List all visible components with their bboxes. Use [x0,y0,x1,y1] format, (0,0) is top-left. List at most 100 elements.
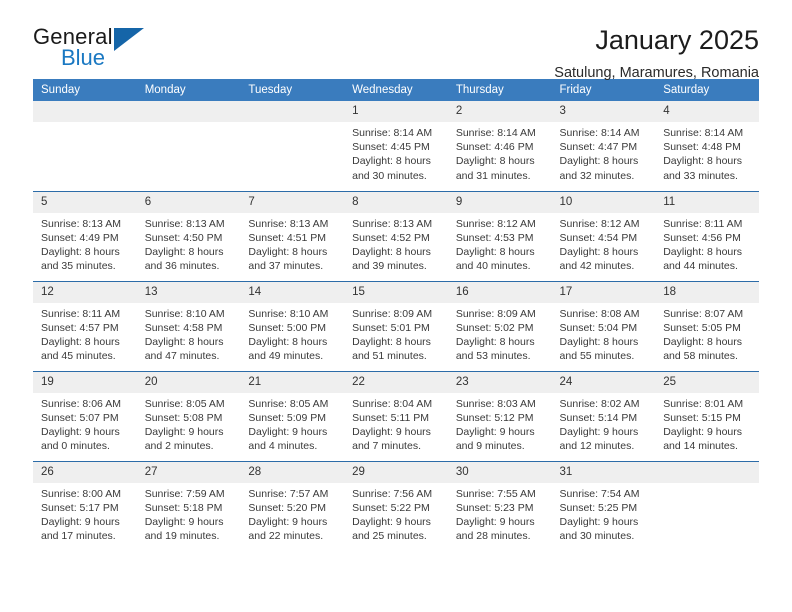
sunrise-text: Sunrise: 7:55 AM [455,487,536,500]
calendar-day-cell[interactable]: 24 Sunrise: 8:02 AM Sunset: 5:14 PM Dayligh… [551,370,656,461]
sunrise-text: Sunrise: 7:54 AM [559,487,640,500]
sunset-text: Sunset: 4:51 PM [248,231,327,244]
sunset-text: Sunset: 4:47 PM [559,141,638,154]
calendar-day-cell[interactable]: 9 Sunrise: 8:12 AM Sunset: 4:53 PM Daylight… [447,190,552,281]
daylight-text-line1: Daylight: 8 hours [559,335,639,348]
calendar-day-cell[interactable]: 21 Sunrise: 8:05 AM Sunset: 5:09 PM Dayligh… [240,370,345,461]
calendar-day-cell[interactable]: 31 Sunrise: 7:54 AM Sunset: 5:25 PM Dayligh… [551,460,656,551]
daylight-text-line2: and 7 minutes. [352,440,421,453]
daylight-text-line1: Daylight: 8 hours [248,245,328,258]
calendar-day-cell[interactable]: 13 Sunrise: 8:10 AM Sunset: 4:58 PM Dayligh… [136,280,241,371]
day-number: 19 [33,371,137,393]
daylight-text-line1: Daylight: 9 hours [559,425,639,438]
daylight-text-line1: Daylight: 8 hours [455,155,535,168]
location-subtitle: Satulung, Maramures, Romania [554,64,759,81]
calendar-day-cell[interactable]: 22 Sunrise: 8:04 AM Sunset: 5:11 PM Dayligh… [344,370,448,461]
sunset-text: Sunset: 4:56 PM [663,231,741,244]
calendar-day-cell[interactable]: 8 Sunrise: 8:13 AM Sunset: 4:52 PM Daylight… [344,190,448,281]
calendar-day-cell[interactable]: 3 Sunrise: 8:14 AM Sunset: 4:47 PM Daylight… [551,101,656,191]
day-sun-info: Sunrise: 8:14 AM Sunset: 4:48 PM Daylight:… [655,122,759,183]
daylight-text-line2: and 9 minutes. [455,440,525,453]
sunrise-text: Sunrise: 8:14 AM [352,127,433,139]
day-sun-info: Sunrise: 8:05 AM Sunset: 5:08 PM Daylight:… [137,393,241,454]
day-sun-info: Sunrise: 8:14 AM Sunset: 4:45 PM Daylight:… [344,122,448,183]
sunset-text: Sunset: 5:15 PM [663,411,741,424]
calendar-day-cell[interactable]: 11 Sunrise: 8:11 AM Sunset: 4:56 PM Dayligh… [655,190,759,281]
sunrise-text: Sunrise: 8:06 AM [41,397,121,410]
general-blue-logo[interactable]: General Blue [33,26,144,69]
calendar-day-cell[interactable]: 14 Sunrise: 8:10 AM Sunset: 5:00 PM Dayligh… [240,280,345,371]
calendar-day-cell[interactable]: 19 Sunrise: 8:06 AM Sunset: 5:07 PM Dayligh… [33,370,137,461]
calendar-day-cell[interactable]: 26 Sunrise: 8:00 AM Sunset: 5:17 PM Dayligh… [33,460,137,551]
sunrise-text: Sunrise: 7:57 AM [248,487,329,500]
calendar-day-cell[interactable]: 10 Sunrise: 8:12 AM Sunset: 4:54 PM Dayligh… [551,190,656,281]
calendar-day-cell[interactable]: 18 Sunrise: 8:07 AM Sunset: 5:05 PM Dayligh… [655,280,759,371]
daylight-text-line1: Daylight: 9 hours [144,425,224,438]
calendar-day-cell[interactable]: 15 Sunrise: 8:09 AM Sunset: 5:01 PM Dayligh… [344,280,448,371]
sunrise-text: Sunrise: 8:12 AM [455,217,536,230]
calendar-day-cell[interactable]: 6 Sunrise: 8:13 AM Sunset: 4:50 PM Daylight… [136,190,241,281]
day-sun-info: Sunrise: 8:12 AM Sunset: 4:54 PM Daylight:… [552,213,656,274]
sunrise-text: Sunrise: 8:13 AM [248,217,329,230]
daylight-text-line1: Daylight: 9 hours [248,425,328,438]
calendar-day-cell[interactable]: 27 Sunrise: 7:59 AM Sunset: 5:18 PM Dayligh… [136,460,241,551]
calendar-day-cell[interactable]: 4 Sunrise: 8:14 AM Sunset: 4:48 PM Daylight… [655,101,759,191]
daylight-text-line2: and 4 minutes. [248,440,318,453]
calendar-table: Sunday Monday Tuesday Wednesday Thursday… [33,79,759,551]
sunset-text: Sunset: 5:25 PM [559,501,638,514]
calendar-day-cell[interactable]: 1 Sunrise: 8:14 AM Sunset: 4:45 PM Daylight… [344,101,448,191]
sunrise-text: Sunrise: 8:11 AM [41,307,121,320]
calendar-day-cell[interactable]: 12 Sunrise: 8:11 AM Sunset: 4:57 PM Dayligh… [33,280,137,371]
sunrise-text: Sunrise: 8:10 AM [248,307,329,320]
day-sun-info: Sunrise: 8:13 AM Sunset: 4:52 PM Daylight:… [344,213,448,274]
calendar-day-cell[interactable]: 5 Sunrise: 8:13 AM Sunset: 4:49 PM Daylight… [33,190,137,281]
sunset-text: Sunset: 5:20 PM [248,501,327,514]
daylight-text-line2: and 14 minutes. [663,440,738,453]
daylight-text-line2: and 42 minutes. [559,260,635,273]
sunrise-text: Sunrise: 8:12 AM [559,217,640,230]
daylight-text-line2: and 45 minutes. [41,350,116,363]
day-sun-info: Sunrise: 8:09 AM Sunset: 5:01 PM Daylight:… [344,303,448,364]
sunset-text: Sunset: 5:05 PM [663,321,741,334]
sunrise-text: Sunrise: 8:11 AM [663,217,743,230]
sunset-text: Sunset: 4:57 PM [41,321,119,334]
day-number: 4 [655,101,759,122]
day-sun-info: Sunrise: 8:05 AM Sunset: 5:09 PM Daylight:… [240,393,344,454]
daylight-text-line2: and 25 minutes. [352,530,427,543]
daylight-text-line2: and 51 minutes. [352,350,427,363]
sunset-text: Sunset: 5:00 PM [248,321,327,334]
daylight-text-line2: and 44 minutes. [663,260,738,273]
sunrise-text: Sunrise: 8:13 AM [352,217,433,230]
sunrise-text: Sunrise: 8:14 AM [559,127,640,139]
calendar-day-cell[interactable]: 17 Sunrise: 8:08 AM Sunset: 5:04 PM Dayligh… [551,280,656,371]
day-number: 12 [33,281,137,303]
day-number: 8 [344,191,448,213]
day-number: 3 [551,101,656,122]
sunset-text: Sunset: 4:54 PM [559,231,638,244]
calendar-day-cell[interactable]: 20 Sunrise: 8:05 AM Sunset: 5:08 PM Dayligh… [136,370,241,461]
daylight-text-line1: Daylight: 9 hours [559,515,639,528]
calendar-day-cell[interactable]: 25 Sunrise: 8:01 AM Sunset: 5:15 PM Dayligh… [655,370,759,461]
calendar-day-cell-empty [655,460,759,551]
daylight-text-line2: and 28 minutes. [455,530,531,543]
calendar-day-cell[interactable]: 23 Sunrise: 8:03 AM Sunset: 5:12 PM Dayligh… [447,370,552,461]
calendar-day-cell[interactable]: 2 Sunrise: 8:14 AM Sunset: 4:46 PM Daylight… [447,101,552,191]
daylight-text-line2: and 49 minutes. [248,350,324,363]
day-number: 6 [136,191,241,213]
daylight-text-line1: Daylight: 9 hours [144,515,224,528]
sunset-text: Sunset: 5:23 PM [455,501,534,514]
calendar-week-row: 26 Sunrise: 8:00 AM Sunset: 5:17 PM Dayligh… [33,460,759,551]
calendar-day-cell[interactable]: 7 Sunrise: 8:13 AM Sunset: 4:51 PM Daylight… [240,190,345,281]
calendar-day-cell[interactable]: 29 Sunrise: 7:56 AM Sunset: 5:22 PM Dayligh… [344,460,448,551]
daylight-text-line2: and 53 minutes. [455,350,531,363]
calendar-day-cell[interactable]: 28 Sunrise: 7:57 AM Sunset: 5:20 PM Dayligh… [240,460,345,551]
calendar-day-cell[interactable]: 30 Sunrise: 7:55 AM Sunset: 5:23 PM Dayligh… [447,460,552,551]
sunrise-text: Sunrise: 8:09 AM [455,307,536,320]
day-number: 31 [551,461,656,483]
day-number: 22 [344,371,448,393]
daylight-text-line1: Daylight: 9 hours [248,515,328,528]
calendar-day-cell[interactable]: 16 Sunrise: 8:09 AM Sunset: 5:02 PM Dayligh… [447,280,552,371]
calendar-day-cell-empty [136,101,241,191]
sunset-text: Sunset: 5:04 PM [559,321,638,334]
day-number [136,101,241,122]
